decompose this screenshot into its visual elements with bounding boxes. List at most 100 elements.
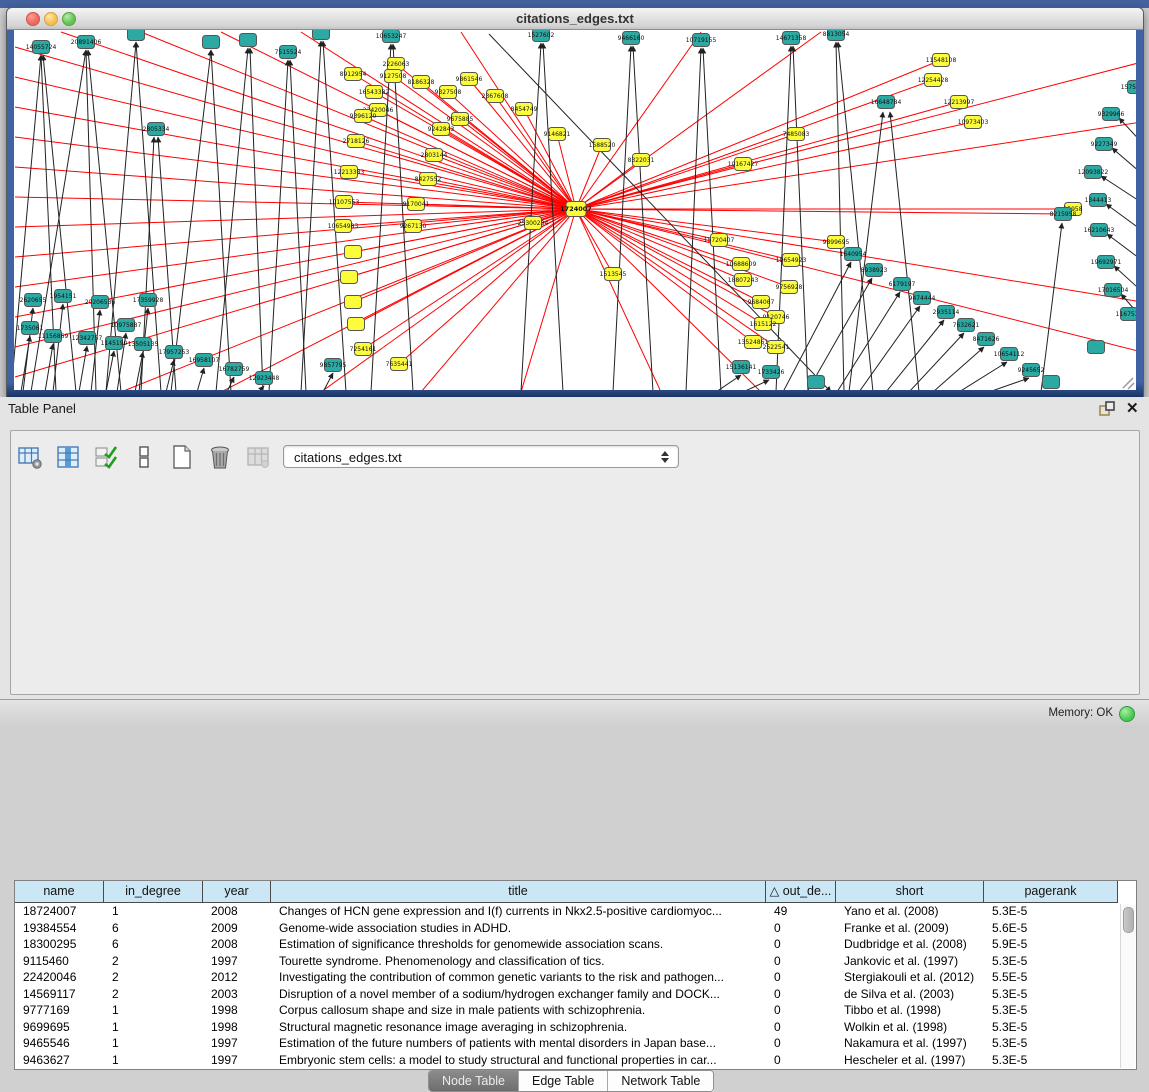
- network-edge: [793, 46, 808, 390]
- table-row[interactable]: 969969511998Structural magnetic resonanc…: [15, 1019, 1136, 1036]
- network-node[interactable]: [240, 34, 257, 47]
- column-header-year[interactable]: year: [203, 881, 271, 903]
- network-node-label: 15751074: [1121, 84, 1136, 91]
- network-edge: [15, 209, 576, 347]
- status-bar: Memory: OK: [0, 699, 1149, 728]
- tab-edge-table[interactable]: Edge Table: [519, 1071, 608, 1091]
- network-node-label: 16543382: [359, 89, 390, 96]
- network-edge: [521, 209, 576, 390]
- table-cell: 2: [104, 969, 203, 986]
- table-cell: 2: [104, 986, 203, 1003]
- new-page-icon[interactable]: [168, 444, 195, 471]
- close-panel-icon[interactable]: ✕: [1126, 399, 1139, 417]
- table-cell: 9777169: [15, 1002, 104, 1019]
- node-table: namein_degreeyeartitle△ out_de...shortpa…: [14, 880, 1137, 1070]
- network-table-dropdown[interactable]: citations_edges.txt: [283, 445, 679, 468]
- network-node[interactable]: [128, 30, 145, 41]
- trash-icon[interactable]: [206, 444, 233, 471]
- table-cell: 2012: [203, 969, 271, 986]
- network-node-label: 12213997: [944, 99, 975, 106]
- column-header-short[interactable]: short: [836, 881, 984, 903]
- table-row[interactable]: 1456911722003Disruption of a novel membe…: [15, 986, 1136, 1003]
- table-cell: 1998: [203, 1019, 271, 1036]
- network-node-label: 7254161: [350, 346, 377, 353]
- network-edge: [576, 209, 791, 260]
- resize-grip-icon[interactable]: [1123, 378, 1134, 389]
- network-node-label: 8938923: [861, 267, 888, 274]
- import-table-icon[interactable]: [244, 444, 271, 471]
- table-cell: 5.9E-5: [984, 936, 1118, 953]
- table-row[interactable]: 1872400712008Changes of HCN gene express…: [15, 903, 1136, 920]
- scrollbar-thumb[interactable]: [1123, 907, 1134, 933]
- network-node[interactable]: [313, 30, 330, 40]
- network-node-label: 9227349: [1091, 141, 1118, 148]
- table-settings-icon[interactable]: [16, 444, 43, 471]
- table-cell: Investigating the contribution of common…: [271, 969, 766, 986]
- table-cell: 0: [766, 920, 836, 937]
- network-node-label: 1615122: [750, 321, 777, 328]
- network-node-label: 8471626: [973, 336, 1000, 343]
- network-node[interactable]: [1043, 376, 1060, 389]
- network-node-label: 12093822: [1078, 169, 1109, 176]
- table-row[interactable]: 946362711997Embryonic stem cells: a mode…: [15, 1052, 1136, 1069]
- rows-icon[interactable]: [130, 444, 157, 471]
- network-node[interactable]: [348, 318, 365, 331]
- table-cell: 5.3E-5: [984, 903, 1118, 920]
- network-node-label: 9466160: [618, 35, 645, 42]
- network-edge: [686, 48, 701, 390]
- network-edge: [837, 292, 900, 390]
- network-edge: [61, 32, 576, 209]
- tab-network-table[interactable]: Network Table: [608, 1071, 713, 1091]
- float-panel-icon[interactable]: [1098, 400, 1116, 418]
- network-node[interactable]: [341, 271, 358, 284]
- network-node-label: 15720407: [704, 237, 735, 244]
- table-cell: Stergiakouli et al. (2012): [836, 969, 984, 986]
- table-row[interactable]: 1830029562008Estimation of significance …: [15, 936, 1136, 953]
- network-edge: [421, 209, 576, 390]
- network-node-label: 8813054: [823, 31, 850, 38]
- zoom-traffic-light-icon[interactable]: [62, 12, 76, 26]
- network-node-label: 15136141: [726, 364, 757, 371]
- window-titlebar[interactable]: citations_edges.txt: [7, 8, 1143, 30]
- citation-network-graph[interactable]: 2226063891295491275081654338281863289327…: [14, 30, 1136, 390]
- table-row[interactable]: 2242004622012Investigating the contribut…: [15, 969, 1136, 986]
- column-header-pagerank[interactable]: pagerank: [984, 881, 1118, 903]
- vertical-scrollbar[interactable]: [1120, 904, 1135, 1068]
- network-node[interactable]: [203, 36, 220, 49]
- close-traffic-light-icon[interactable]: [26, 12, 40, 26]
- network-node[interactable]: [1088, 341, 1105, 354]
- column-header-out_de[interactable]: △ out_de...: [766, 881, 836, 903]
- network-node-label: 2620655: [20, 297, 47, 304]
- table-cell: Dudbridge et al. (2008): [836, 936, 984, 953]
- network-edge: [378, 110, 576, 209]
- network-edge: [53, 304, 63, 390]
- table-row[interactable]: 977716911998Corpus callosum shape and si…: [15, 1002, 1136, 1019]
- memory-ok-icon[interactable]: [1119, 706, 1135, 722]
- network-edge: [776, 46, 791, 390]
- network-node-label: 10973403: [958, 119, 989, 126]
- table-cell: 5.5E-5: [984, 969, 1118, 986]
- network-canvas[interactable]: 2226063891295491275081654338281863289327…: [14, 30, 1136, 390]
- network-node-label: 10653247: [376, 33, 407, 40]
- table-cell: Jankovic et al. (1997): [836, 953, 984, 970]
- network-node[interactable]: [345, 296, 362, 309]
- column-header-in_degree[interactable]: in_degree: [104, 881, 203, 903]
- table-row[interactable]: 946554611997Estimation of the future num…: [15, 1035, 1136, 1052]
- tab-node-table[interactable]: Node Table: [429, 1071, 519, 1091]
- table-cell: 9115460: [15, 953, 104, 970]
- column-header-name[interactable]: name: [15, 881, 104, 903]
- table-row[interactable]: 911546021997Tourette syndrome. Phenomeno…: [15, 953, 1136, 970]
- column-header-title[interactable]: title: [271, 881, 766, 903]
- network-node-label: 6179197: [889, 281, 916, 288]
- select-column-icon[interactable]: [54, 444, 81, 471]
- minimize-traffic-light-icon[interactable]: [44, 12, 58, 26]
- table-cell: 1997: [203, 1035, 271, 1052]
- network-node-label: 12342757: [72, 335, 103, 342]
- table-cell: 2003: [203, 986, 271, 1003]
- dropdown-stepper-icon[interactable]: [658, 449, 672, 465]
- network-node[interactable]: [345, 246, 362, 259]
- network-node[interactable]: [808, 376, 825, 389]
- table-row[interactable]: 1938455462009Genome-wide association stu…: [15, 920, 1136, 937]
- select-rows-check-icon[interactable]: [92, 444, 119, 471]
- table-type-tabs: Node TableEdge TableNetwork Table: [428, 1070, 714, 1092]
